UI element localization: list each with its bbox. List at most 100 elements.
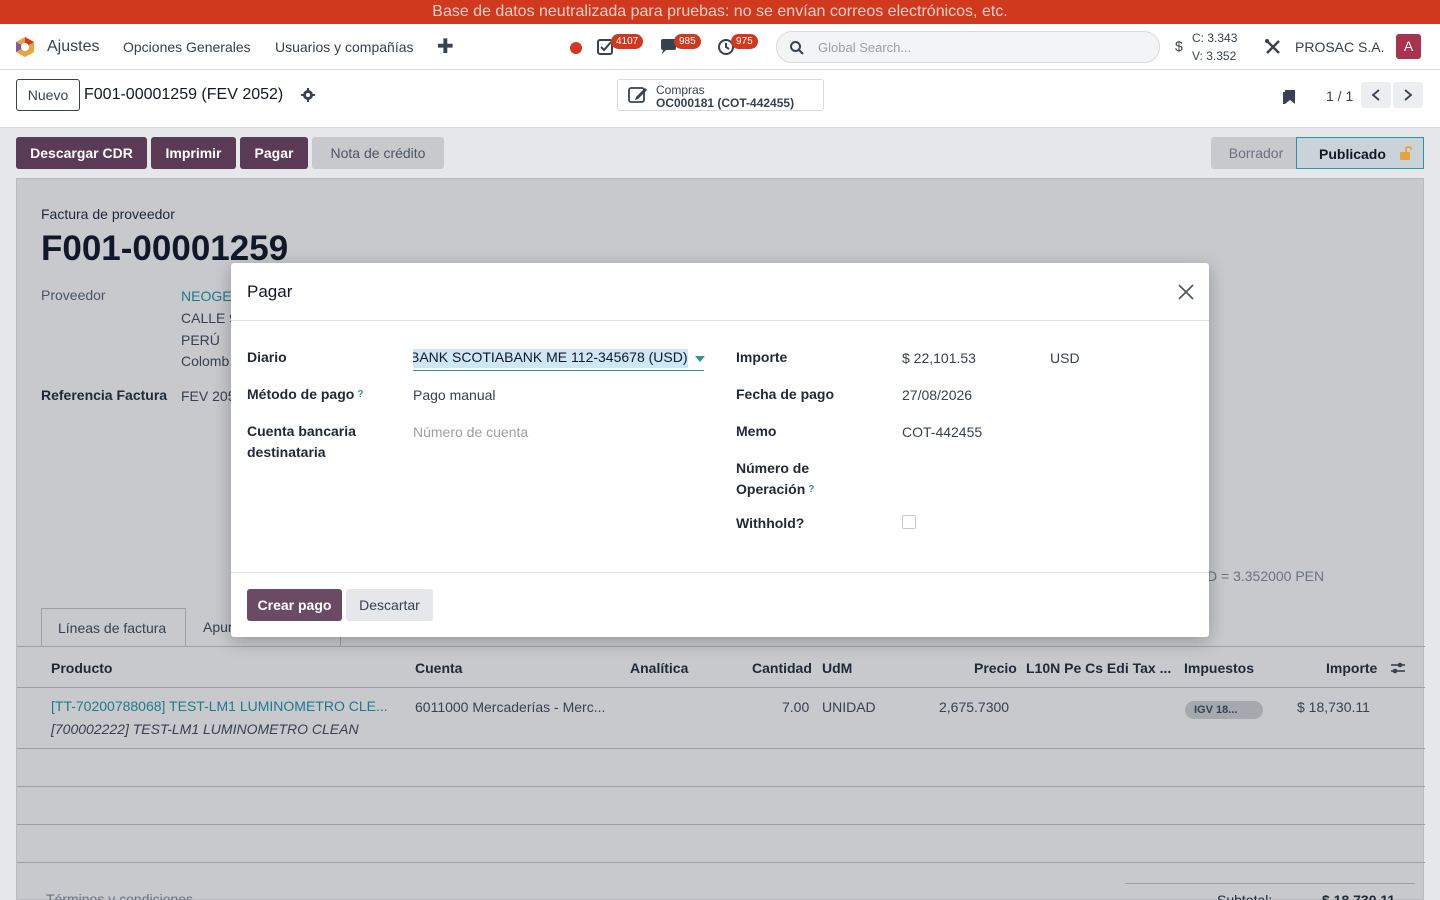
gear-icon[interactable] <box>301 88 315 102</box>
payment-dialog: Pagar Diario BANK SCOTIABANK ME 112-3456… <box>231 263 1209 637</box>
col-taxes[interactable]: Impuestos <box>1184 660 1254 676</box>
pager-next-button[interactable] <box>1393 82 1423 108</box>
col-amount[interactable]: Importe <box>1326 660 1377 676</box>
pager-value[interactable]: 1 / 1 <box>1326 88 1353 104</box>
user-avatar[interactable]: A <box>1396 34 1421 59</box>
messages-badge: 985 <box>674 34 701 49</box>
line-tax-tag[interactable]: IGV 18... <box>1185 701 1263 719</box>
tab-invoice-lines[interactable]: Líneas de factura <box>41 608 186 647</box>
memo-label: Memo <box>736 423 777 439</box>
purchase-smart-button[interactable]: Compras OC000181 (COT-442455) <box>617 79 824 111</box>
line-price[interactable]: 2,675.7300 <box>939 699 1009 715</box>
rate-buy: C: 3.343 <box>1192 31 1238 45</box>
recipient-bank-label: Cuenta bancaria destinataria <box>247 423 356 460</box>
edit-icon <box>628 87 647 103</box>
empty-row <box>17 826 1425 863</box>
dialog-footer: Crear pago Descartar <box>231 572 1209 637</box>
global-search[interactable]: Global Search... <box>776 31 1160 63</box>
bookmark-icon[interactable] <box>1283 89 1297 105</box>
chevron-right-icon <box>1404 89 1413 101</box>
recipient-bank-input[interactable]: Número de cuenta <box>413 424 528 440</box>
payment-method-label: Método de pago? <box>247 384 363 405</box>
operation-number-label: Número de Operación? <box>736 458 836 500</box>
recording-dot-icon[interactable] <box>570 42 582 54</box>
exchange-rates: C: 3.343 V: 3.352 <box>1192 29 1237 65</box>
invoice-lines-header: Producto Cuenta Analítica Cantidad UdM P… <box>17 648 1425 688</box>
top-navbar: Ajustes Opciones Generales Usuarios y co… <box>0 24 1440 70</box>
operation-number-input[interactable] <box>902 461 1182 481</box>
timer-badge: 975 <box>731 34 758 49</box>
search-placeholder: Global Search... <box>818 40 912 55</box>
memo-input[interactable]: COT-442455 <box>902 424 982 440</box>
col-price[interactable]: Precio <box>974 660 1017 676</box>
control-panel: Nuevo F001-00001259 (FEV 2052) Compras O… <box>0 70 1440 128</box>
empty-row <box>17 788 1425 825</box>
journal-value: BANK SCOTIABANK ME 112-345678 (USD) <box>413 349 688 368</box>
col-analytic[interactable]: Analítica <box>630 660 688 676</box>
app-name[interactable]: Ajustes <box>47 38 99 56</box>
currency-icon: $ <box>1175 38 1183 54</box>
payment-date-input[interactable]: 27/08/2026 <box>902 387 972 403</box>
menu-general-settings[interactable]: Opciones Generales <box>123 39 251 55</box>
col-quantity[interactable]: Cantidad <box>752 660 812 676</box>
payment-method-label-text: Método de pago <box>247 386 355 402</box>
activities-badge: 4107 <box>611 34 644 49</box>
unlock-icon <box>1400 146 1412 160</box>
col-product[interactable]: Producto <box>51 660 112 676</box>
invoice-reference-value: FEV 205 <box>181 388 236 404</box>
form-statusbar: Descargar CDR Imprimir Pagar Nota de cré… <box>0 129 1440 177</box>
credit-note-button[interactable]: Nota de crédito <box>312 137 444 169</box>
dialog-header: Pagar <box>231 263 1209 321</box>
download-cdr-button[interactable]: Descargar CDR <box>16 137 147 169</box>
rate-sell: V: 3.352 <box>1192 49 1237 63</box>
totals-divider <box>1125 883 1415 884</box>
line-product[interactable]: [TT-70200788068] TEST-LM1 LUMINOMETRO CL… <box>51 698 388 714</box>
payment-method-value[interactable]: Pago manual <box>413 387 496 403</box>
line-quantity[interactable]: 7.00 <box>782 699 809 715</box>
print-button[interactable]: Imprimir <box>151 137 236 169</box>
col-account[interactable]: Cuenta <box>415 660 462 676</box>
line-uom[interactable]: UNIDAD <box>822 699 876 715</box>
optional-columns-icon[interactable] <box>1390 661 1406 675</box>
operation-number-label-text: Número de Operación <box>736 460 810 497</box>
line-account[interactable]: 6011000 Mercaderías - Merc... <box>415 699 605 715</box>
test-database-banner: Base de datos neutralizada para pruebas:… <box>0 0 1440 24</box>
amount-input[interactable]: $ 22,101.53 <box>902 350 976 366</box>
withhold-checkbox[interactable] <box>902 515 916 529</box>
close-icon[interactable] <box>1178 284 1194 300</box>
debug-tools-icon[interactable] <box>1264 38 1282 56</box>
stage-draft[interactable]: Borrador <box>1211 137 1301 169</box>
currency-select[interactable]: USD <box>1050 350 1080 366</box>
caret-down-icon[interactable] <box>695 356 705 362</box>
vendor-link[interactable]: NEOGE <box>181 288 232 304</box>
journal-select[interactable]: BANK SCOTIABANK ME 112-345678 (USD) <box>413 347 704 371</box>
vendor-address-line: PERÚ <box>181 332 220 348</box>
subtotal-label: Subtotal: <box>1217 892 1273 900</box>
discard-button[interactable]: Descartar <box>346 589 433 621</box>
terms-and-conditions[interactable]: Términos y condiciones <box>46 891 193 900</box>
vendor-address-line: CALLE 9 <box>181 310 238 326</box>
menu-users-companies[interactable]: Usuarios y compañías <box>275 39 414 55</box>
help-tooltip-icon[interactable]: ? <box>808 484 814 495</box>
app-logo-icon[interactable] <box>14 36 36 58</box>
help-tooltip-icon[interactable]: ? <box>357 389 363 400</box>
smart-button-label: Compras <box>656 83 705 97</box>
stage-posted[interactable]: Publicado <box>1296 137 1424 169</box>
pay-button[interactable]: Pagar <box>240 137 308 169</box>
company-switcher[interactable]: PROSAC S.A. <box>1295 39 1384 55</box>
col-uom[interactable]: UdM <box>822 660 852 676</box>
empty-row <box>17 750 1425 787</box>
dialog-title: Pagar <box>247 282 293 301</box>
smart-button-value: OC000181 (COT-442455) <box>656 96 795 110</box>
col-edi-tax[interactable]: L10N Pe Cs Edi Tax ... <box>1026 660 1171 676</box>
table-row[interactable]: [TT-70200788068] TEST-LM1 LUMINOMETRO CL… <box>17 689 1425 749</box>
stage-posted-label: Publicado <box>1319 146 1386 162</box>
add-menu-icon[interactable]: ✚ <box>437 34 454 59</box>
pager-previous-button[interactable] <box>1361 82 1391 108</box>
payment-date-label: Fecha de pago <box>736 386 835 402</box>
journal-label: Diario <box>247 349 287 365</box>
create-payment-button[interactable]: Crear pago <box>247 589 342 621</box>
new-button[interactable]: Nuevo <box>16 79 80 111</box>
amount-label: Importe <box>736 349 788 365</box>
subtotal-value: $ 18,730.11 <box>1322 892 1396 900</box>
